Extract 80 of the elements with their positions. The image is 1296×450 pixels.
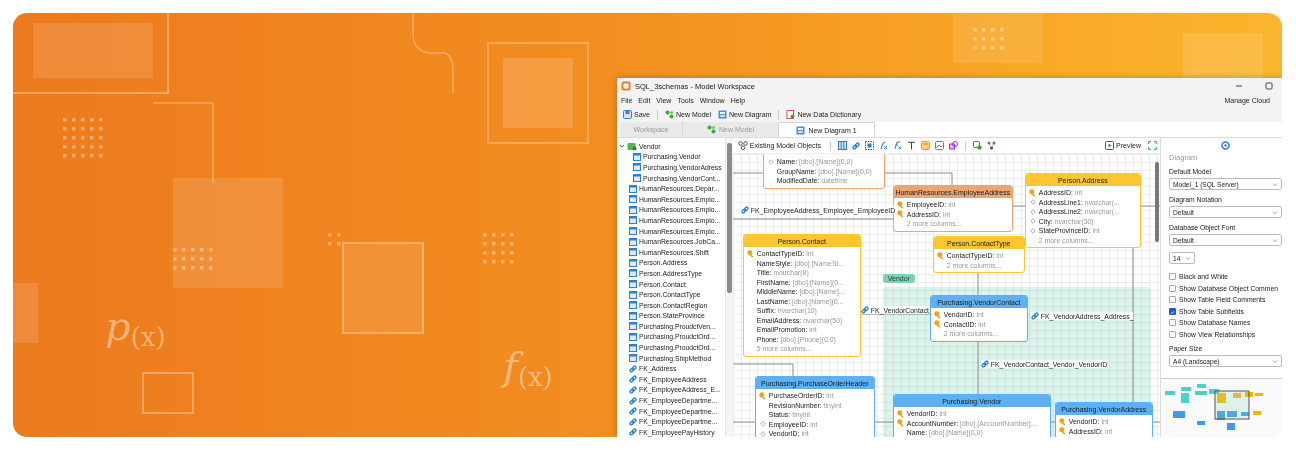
link-icon	[629, 428, 637, 437]
key-icon	[933, 310, 942, 319]
formula-decoration: p$_{(x)}$	[105, 303, 166, 352]
relationship-line	[977, 340, 979, 395]
app-logo-icon	[621, 81, 631, 91]
key-icon	[936, 251, 945, 260]
scrollbar[interactable]	[725, 138, 733, 437]
checkbox[interactable]	[1169, 307, 1176, 315]
table-icon	[629, 333, 637, 341]
checkmark-icon	[1170, 308, 1175, 316]
diagram-canvas[interactable]	[732, 154, 1160, 437]
expand-caret-icon[interactable]	[619, 143, 625, 150]
relationship-line	[873, 421, 894, 423]
diagram-icon	[796, 125, 806, 135]
view-icon	[865, 141, 874, 150]
relationship-line	[1049, 421, 1056, 423]
chevron-icon	[1185, 255, 1191, 261]
image-icon	[935, 141, 944, 150]
relationship-line	[732, 172, 764, 174]
table-icon	[629, 343, 637, 352]
table-icon	[838, 141, 847, 150]
layout-icon	[987, 141, 996, 150]
relationship-line	[732, 363, 794, 377]
key-icon	[746, 249, 755, 258]
relationship-line	[977, 272, 979, 296]
link-icon	[629, 396, 637, 405]
checkbox[interactable]	[1169, 330, 1176, 338]
link-icon	[1030, 312, 1039, 320]
checkbox[interactable]	[1169, 296, 1176, 304]
table-icon	[629, 290, 637, 299]
chevron-icon	[1272, 209, 1278, 215]
table-icon	[629, 216, 637, 225]
link-icon	[860, 306, 869, 314]
table-icon	[629, 354, 637, 363]
relationship-line	[1151, 421, 1160, 423]
note-icon	[921, 141, 930, 150]
preview-icon	[1105, 141, 1115, 150]
fullscreen-icon	[1148, 141, 1157, 150]
function-icon	[893, 141, 902, 150]
dictionary-icon	[786, 110, 796, 119]
text-tool-icon	[907, 141, 916, 150]
objects-icon	[737, 141, 748, 150]
link-icon	[740, 206, 749, 214]
table-icon	[629, 269, 637, 278]
diamond-icon	[767, 158, 774, 165]
link-icon	[980, 360, 989, 368]
procedure-icon	[879, 141, 888, 150]
caret-icon	[619, 143, 625, 150]
checkbox[interactable]	[1169, 319, 1176, 327]
relationship-line	[882, 172, 953, 186]
settings-icon	[1221, 141, 1230, 150]
chevron-icon	[1272, 237, 1278, 243]
model-icon	[664, 110, 674, 119]
relationship-line	[732, 421, 756, 423]
save-icon	[623, 110, 632, 119]
table-icon	[633, 163, 641, 172]
key-icon	[896, 409, 905, 418]
table-icon	[629, 322, 637, 331]
chevron-icon	[1272, 181, 1278, 187]
entity-table[interactable]	[742, 234, 861, 357]
link-icon	[852, 141, 860, 150]
table-icon	[633, 152, 641, 161]
layer-icon	[973, 141, 982, 150]
key-icon	[1058, 417, 1067, 426]
key-icon	[1028, 188, 1037, 197]
minimize-icon	[1235, 82, 1243, 90]
model-icon	[707, 125, 716, 134]
relationship-line	[1010, 205, 1026, 207]
checkbox[interactable]	[1169, 284, 1176, 292]
checkbox[interactable]	[1169, 273, 1176, 281]
chevron-icon	[1272, 358, 1278, 364]
table-icon	[629, 280, 637, 288]
scrollbar[interactable]	[1155, 162, 1159, 242]
shapes-icon	[949, 141, 958, 150]
diagram-icon	[718, 110, 727, 119]
maximize-icon	[1265, 82, 1273, 90]
folder-icon	[627, 141, 637, 151]
key-icon	[758, 391, 767, 400]
link-icon	[629, 364, 637, 373]
key-icon	[896, 200, 905, 209]
